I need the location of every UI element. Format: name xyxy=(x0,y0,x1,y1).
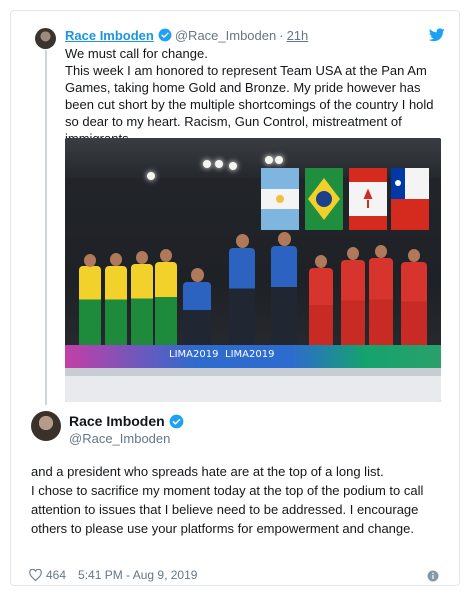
athlete xyxy=(271,246,297,344)
athlete xyxy=(155,262,177,350)
tweet-timestamp[interactable]: 5:41 PM - Aug 9, 2019 xyxy=(78,568,197,582)
quoted-author-name[interactable]: Race Imboden xyxy=(65,28,154,43)
verified-badge-icon xyxy=(169,414,184,428)
stage-light xyxy=(203,160,211,168)
athlete-head xyxy=(84,254,96,267)
athlete-head xyxy=(160,249,172,262)
quoted-tweet-line: We must call for change. xyxy=(65,46,208,61)
athlete-head xyxy=(408,249,420,262)
stage-light xyxy=(229,162,237,170)
separator-dot: · xyxy=(279,27,284,43)
author-name-row[interactable]: Race Imboden xyxy=(69,413,187,429)
author-handle[interactable]: @Race_Imboden xyxy=(69,431,170,446)
podium-logo-text: LIMA2019 xyxy=(169,349,219,360)
verified-badge-icon xyxy=(158,28,172,42)
podium-logo-text: LIMA2019 xyxy=(225,349,275,360)
like-count[interactable]: 464 xyxy=(46,568,66,582)
stage-light xyxy=(215,160,223,168)
athlete xyxy=(229,248,255,344)
tweet-footer: 464 5:41 PM - Aug 9, 2019 xyxy=(29,568,197,582)
athlete xyxy=(341,260,365,350)
athlete-head xyxy=(191,268,204,282)
athlete-head xyxy=(236,234,249,248)
argentina-flag xyxy=(261,168,299,230)
author-avatar[interactable] xyxy=(31,411,61,441)
tweet-text-line: and a president who spreads hate are at … xyxy=(31,464,384,479)
podium-photo[interactable]: LIMA2019 LIMA2019 xyxy=(65,138,441,402)
brazil-flag xyxy=(305,168,343,230)
quoted-tweet[interactable]: Race Imboden @Race_Imboden · 21h We must… xyxy=(11,11,459,406)
thread-connector-line xyxy=(45,50,47,405)
stage-light xyxy=(265,156,273,164)
info-icon[interactable] xyxy=(427,570,439,582)
athlete-head xyxy=(347,247,359,260)
athlete-head xyxy=(375,245,387,258)
quoted-tweet-text: We must call for change. This week I am … xyxy=(65,45,447,147)
quoted-author-handle[interactable]: @Race_Imboden xyxy=(175,28,276,43)
quoted-tweet-line: This week I am honored to represent Team… xyxy=(65,63,434,146)
athlete-head xyxy=(136,251,148,264)
athlete xyxy=(79,266,101,350)
podium-base xyxy=(65,368,441,402)
heart-icon[interactable] xyxy=(29,569,42,581)
athlete xyxy=(131,264,153,350)
athlete xyxy=(105,266,127,350)
athlete xyxy=(401,262,427,350)
quoted-tweet-avatar[interactable] xyxy=(35,28,56,49)
athlete xyxy=(309,268,333,350)
athlete-head xyxy=(278,232,291,246)
author-name[interactable]: Race Imboden xyxy=(69,413,165,429)
tweet-text-line: I chose to sacrifice my moment today at … xyxy=(31,483,424,536)
athlete-head xyxy=(110,253,122,266)
quoted-tweet-header: Race Imboden @Race_Imboden · 21h xyxy=(65,26,308,44)
stage-light xyxy=(275,156,283,164)
twitter-bird-icon[interactable] xyxy=(429,28,445,42)
chile-flag xyxy=(391,168,429,230)
canada-flag xyxy=(349,168,387,230)
tweet-embed-card: Race Imboden @Race_Imboden · 21h We must… xyxy=(10,10,460,586)
athlete xyxy=(369,258,393,350)
stage-light xyxy=(147,172,155,180)
tweet-text: and a president who spreads hate are at … xyxy=(31,462,451,538)
athlete xyxy=(183,282,211,344)
quoted-tweet-time[interactable]: 21h xyxy=(287,28,309,43)
athlete-head xyxy=(315,255,327,268)
